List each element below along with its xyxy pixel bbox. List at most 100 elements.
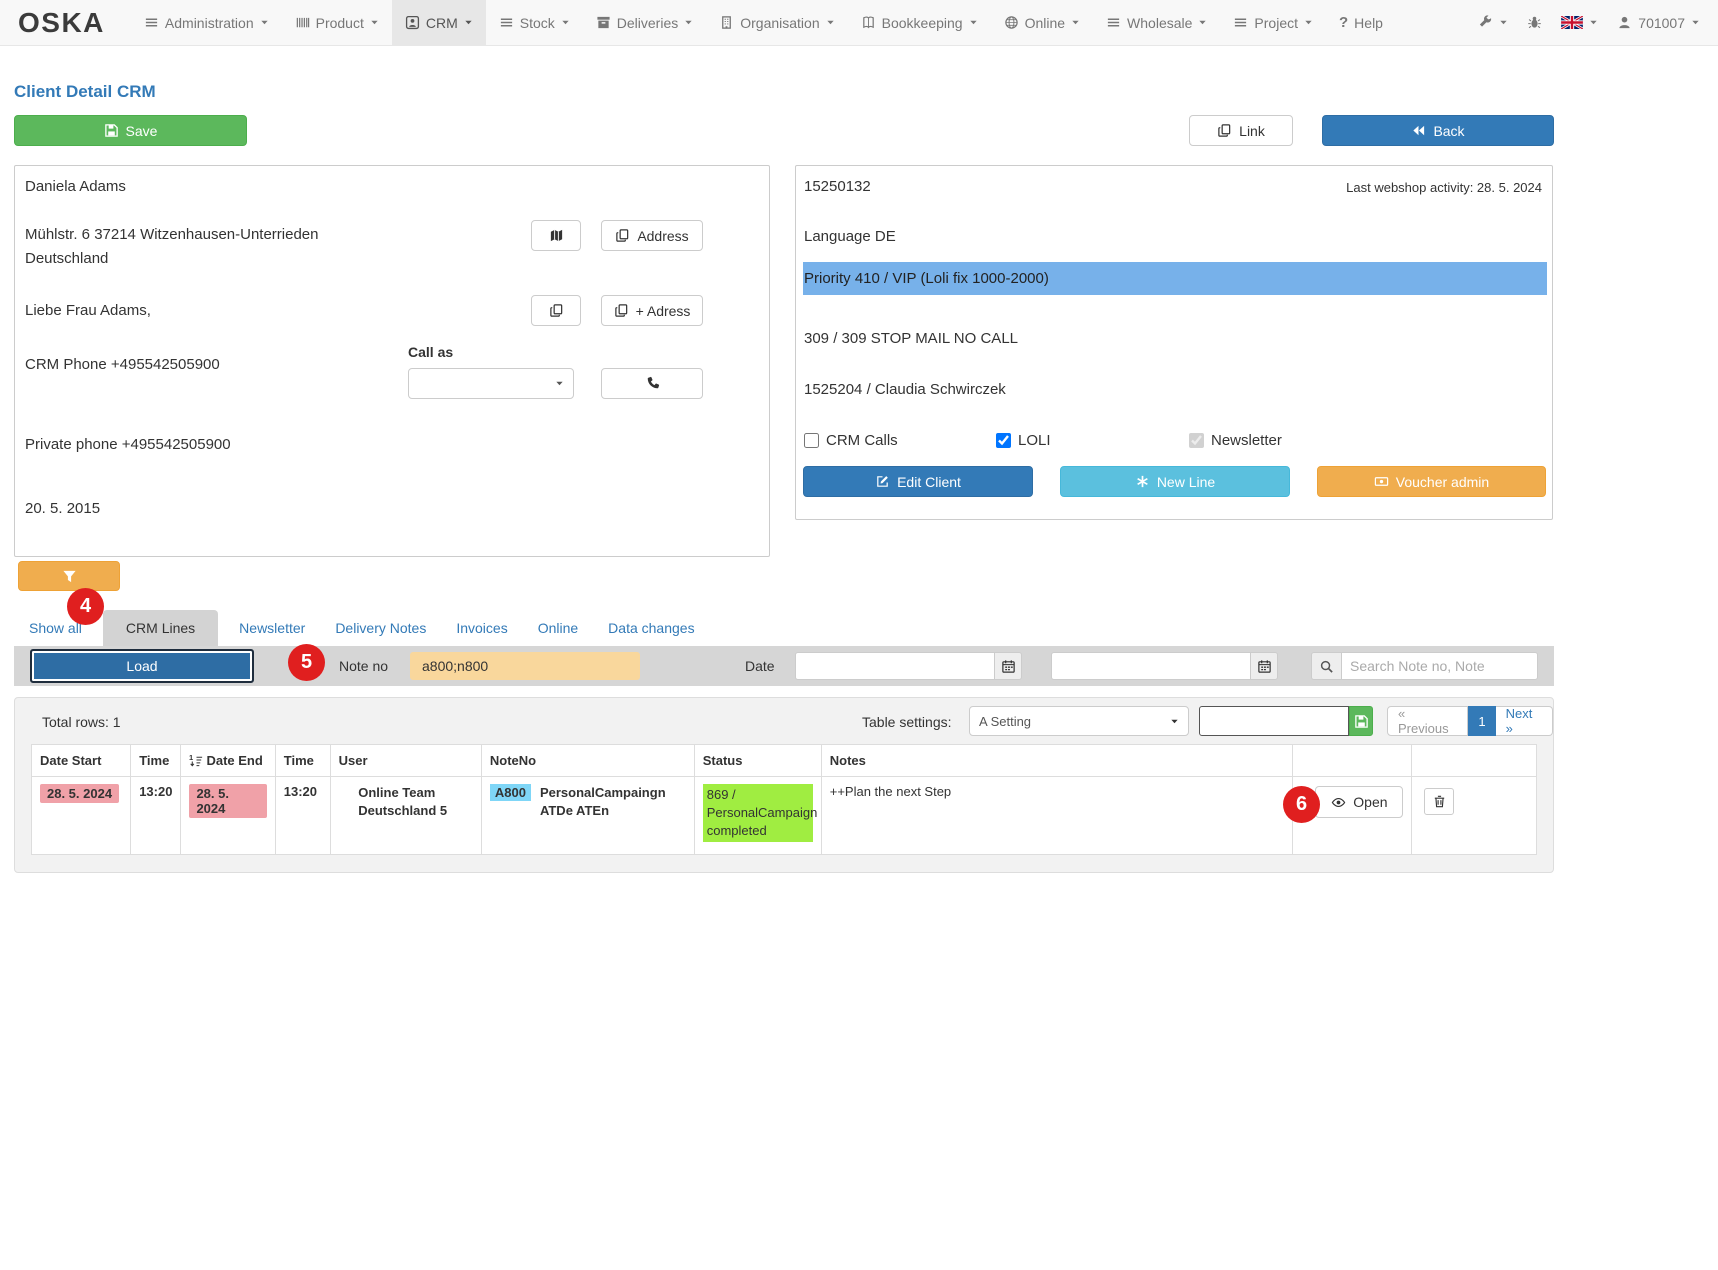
copy-icon (614, 304, 627, 317)
voucher-admin-button[interactable]: Voucher admin (1317, 466, 1546, 497)
newsletter-checkbox-input (1189, 433, 1204, 448)
cell-notes: ++Plan the next Step (820, 776, 1294, 855)
user-card-icon (405, 15, 419, 30)
note-search-input[interactable] (1341, 652, 1538, 680)
funnel-icon (62, 570, 76, 582)
col-date-end[interactable]: 1 Date End (180, 744, 276, 777)
stop-mail-flag: 309 / 309 STOP MAIL NO CALL (804, 330, 1018, 347)
pagination-previous[interactable]: « Previous (1387, 706, 1469, 736)
tab-online[interactable]: Online (523, 610, 593, 646)
tab-newsletter[interactable]: Newsletter (224, 610, 320, 646)
page-title: Client Detail CRM (14, 82, 156, 101)
nav-item-organisation[interactable]: Organisation (706, 0, 847, 45)
save-button[interactable]: Save (14, 115, 247, 146)
nav-item-online[interactable]: Online (991, 0, 1093, 45)
tab-delivery-notes[interactable]: Delivery Notes (320, 610, 441, 646)
call-button[interactable] (601, 368, 703, 399)
map-button[interactable] (531, 220, 581, 251)
calendar-button[interactable] (1250, 652, 1278, 680)
tab-data-changes[interactable]: Data changes (593, 610, 709, 646)
nav-item-administration[interactable]: Administration (131, 0, 282, 45)
link-button[interactable]: Link (1189, 115, 1293, 146)
nav-item-help[interactable]: ? Help (1326, 0, 1396, 45)
cell-time-start: 13:20 (130, 776, 182, 855)
tools-menu[interactable] (1476, 15, 1510, 30)
col-time-end[interactable]: Time (274, 744, 331, 777)
date-to-input[interactable] (1051, 652, 1250, 680)
col-user[interactable]: User (329, 744, 482, 777)
chevron-down-icon (826, 20, 834, 25)
pagination-page-1[interactable]: 1 (1468, 706, 1496, 736)
col-note-no[interactable]: NoteNo (480, 744, 695, 777)
date-from-input[interactable] (795, 652, 994, 680)
chevron-down-icon (969, 20, 977, 25)
cell-status: 869 / PersonalCampaign completed (693, 776, 822, 855)
crm-calls-checkbox[interactable]: CRM Calls (804, 432, 898, 449)
pagination-next[interactable]: Next » (1495, 706, 1553, 736)
loli-checkbox[interactable]: LOLI (996, 432, 1051, 449)
edit-icon (877, 476, 888, 487)
client-address-panel: Daniela Adams Mühlstr. 6 37214 Witzenhau… (14, 165, 770, 557)
nav-item-bookkeeping[interactable]: Bookkeeping (848, 0, 991, 45)
save-settings-button[interactable] (1349, 706, 1373, 736)
nav-item-project[interactable]: Project (1220, 0, 1326, 45)
col-time-start[interactable]: Time (130, 744, 182, 777)
table-settings-name-input[interactable] (1199, 706, 1349, 736)
open-button[interactable]: Open (1315, 786, 1404, 818)
filter-toggle-button[interactable] (18, 561, 120, 591)
client-detail-crm-page: OSKA Administration Product CRM Stock De… (0, 0, 1718, 1270)
chevron-down-icon (1590, 20, 1597, 25)
nav-item-wholesale[interactable]: Wholesale (1093, 0, 1220, 45)
cell-delete (1411, 776, 1537, 855)
cell-user: Online Team Deutschland 5 (329, 776, 482, 855)
navbar-right: 701007 (1476, 0, 1706, 45)
nav-item-deliveries[interactable]: Deliveries (583, 0, 706, 45)
note-no-input[interactable] (410, 652, 640, 680)
date-start-chip: 28. 5. 2024 (40, 784, 120, 803)
last-webshop-activity: Last webshop activity: 28. 5. 2024 (1346, 180, 1542, 195)
app-logo[interactable]: OSKA (18, 7, 105, 39)
edit-client-button[interactable]: Edit Client (803, 466, 1033, 497)
cell-date-end: 28. 5. 2024 (180, 776, 276, 855)
menu-icon (1107, 18, 1120, 27)
cell-note-no: A800 PersonalCampaingn ATDe ATEn (480, 776, 695, 855)
load-button[interactable]: Load (30, 649, 254, 683)
tab-crm-lines[interactable]: CRM Lines (102, 610, 219, 646)
back-button[interactable]: Back (1322, 115, 1554, 146)
date-to-group (1051, 652, 1278, 680)
col-status[interactable]: Status (693, 744, 822, 777)
nav-item-crm[interactable]: CRM (391, 0, 486, 45)
tab-invoices[interactable]: Invoices (441, 610, 522, 646)
menu-icon (1235, 18, 1247, 27)
loli-checkbox-input[interactable] (996, 433, 1011, 448)
search-button[interactable] (1311, 652, 1341, 680)
user-menu[interactable]: 701007 (1615, 15, 1702, 31)
chevron-down-icon (1199, 20, 1207, 25)
col-actions (1292, 744, 1413, 777)
nav-item-product[interactable]: Product (282, 0, 392, 45)
calendar-button[interactable] (994, 652, 1022, 680)
pagination: « Previous 1 Next » (1387, 706, 1553, 736)
rewind-icon (1413, 125, 1425, 136)
copy-address-button[interactable]: Address (601, 220, 703, 251)
cell-date-start: 28. 5. 2024 (30, 776, 132, 855)
uk-flag-icon (1561, 16, 1584, 29)
step-badge-4: 4 (67, 588, 104, 625)
bug-icon (1528, 16, 1542, 29)
map-icon (550, 229, 562, 242)
delete-button[interactable] (1424, 788, 1455, 815)
debug-button[interactable] (1525, 15, 1544, 30)
nav-item-stock[interactable]: Stock (486, 0, 583, 45)
sort-descending-icon: 1 (189, 753, 203, 767)
new-line-button[interactable]: New Line (1060, 466, 1290, 497)
col-date-start[interactable]: Date Start (30, 744, 132, 777)
copy-salutation-button[interactable] (531, 295, 581, 326)
cell-time-end: 13:20 (274, 776, 331, 855)
table-settings-select[interactable]: A Setting (969, 706, 1189, 736)
language-menu[interactable] (1559, 16, 1600, 29)
client-salutation: Liebe Frau Adams, (25, 302, 151, 319)
col-notes[interactable]: Notes (820, 744, 1294, 777)
add-address-button[interactable]: + Adress (601, 295, 703, 326)
crm-calls-checkbox-input[interactable] (804, 433, 819, 448)
call-as-select[interactable] (408, 368, 574, 399)
